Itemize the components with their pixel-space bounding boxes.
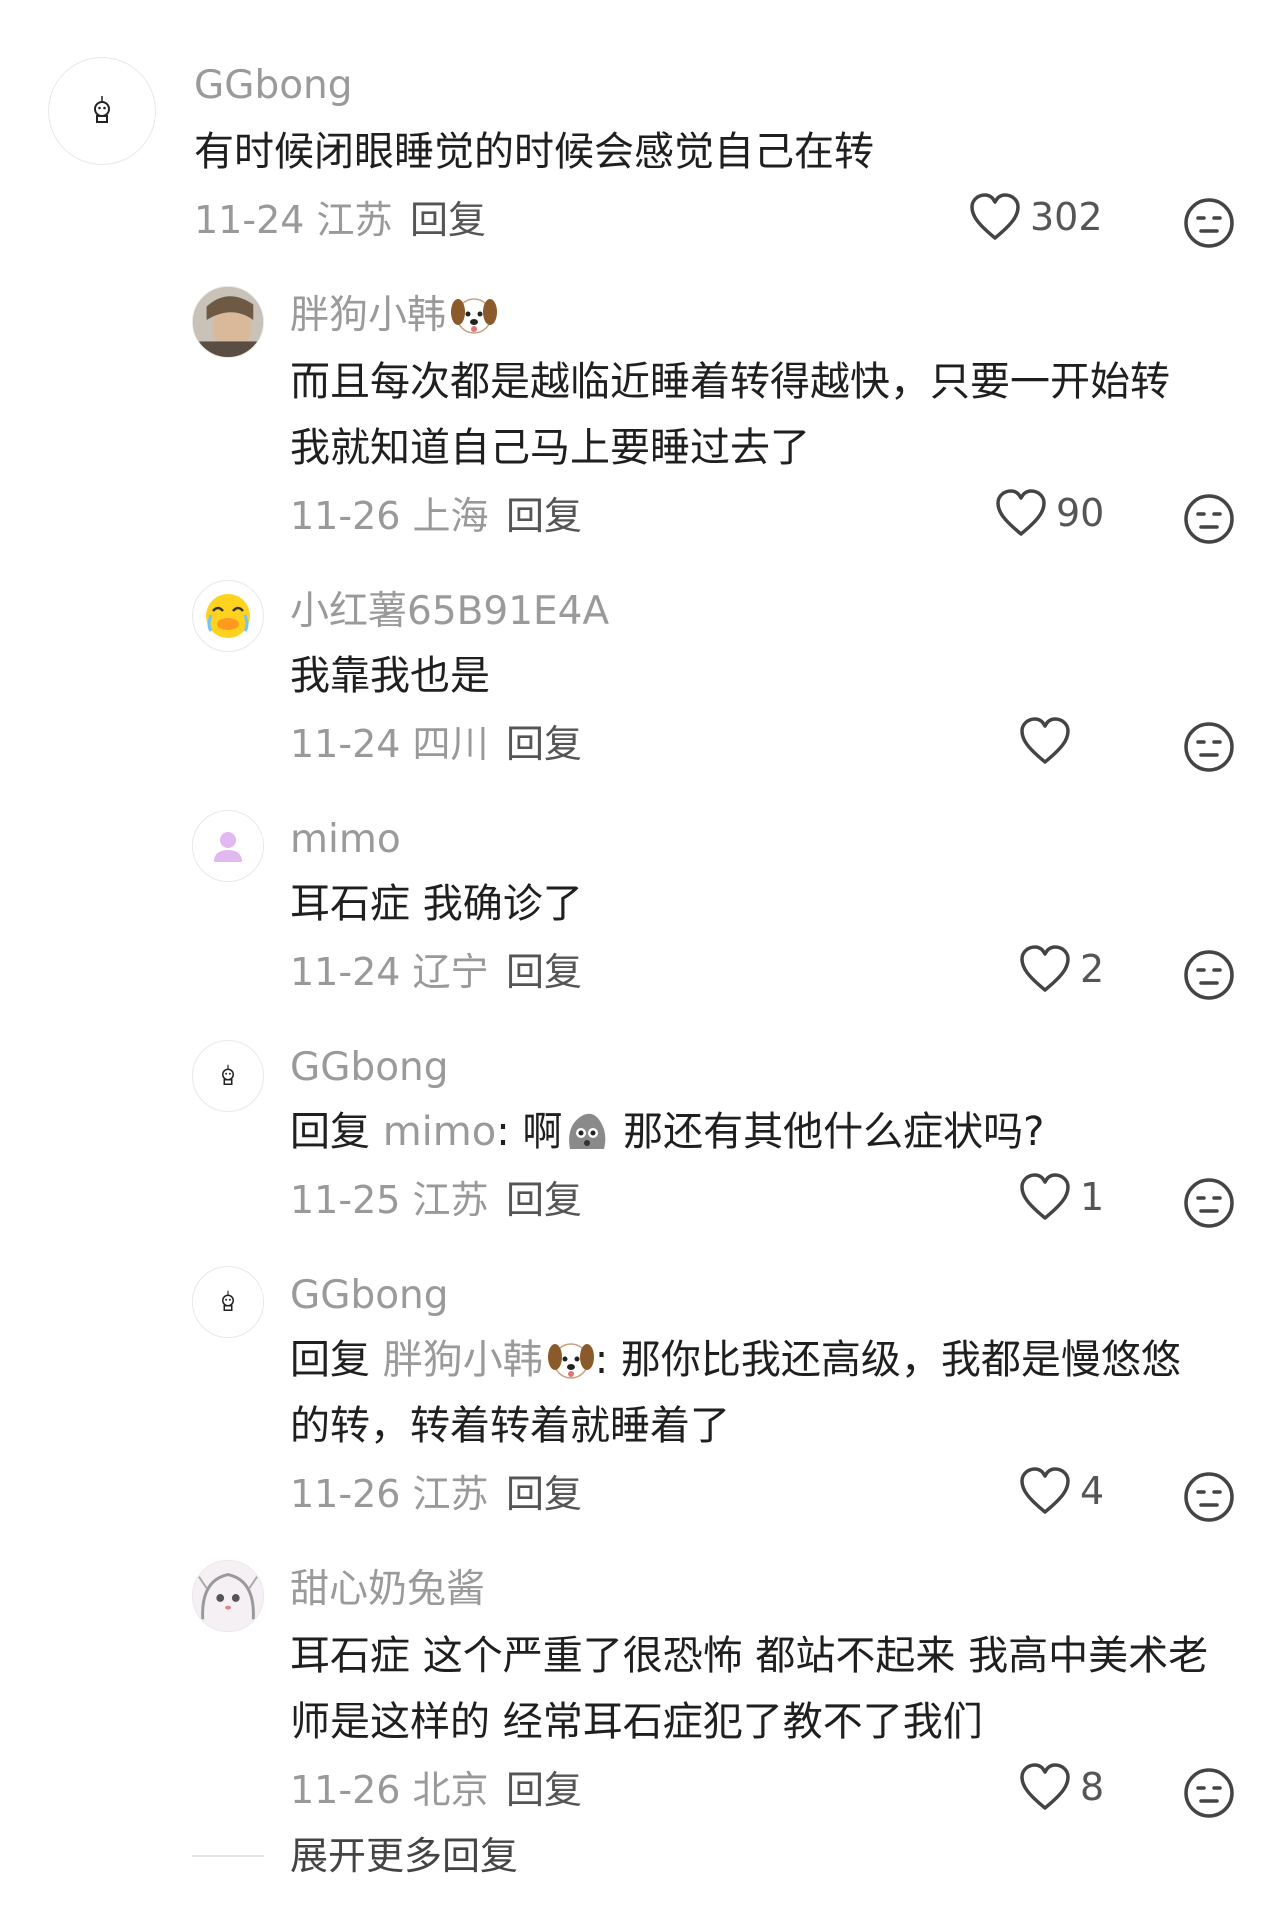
- comment-date: 11-24: [290, 950, 401, 994]
- robot-avatar-icon: [94, 96, 110, 123]
- expand-more-replies-label[interactable]: 展开更多回复: [290, 1832, 518, 1880]
- like-button[interactable]: 8: [1018, 1762, 1104, 1812]
- dislike-face-icon[interactable]: [1182, 720, 1236, 774]
- reply-prefix: 回复: [290, 1109, 370, 1155]
- comment-text: 我就知道自己马上要睡过去了: [290, 425, 810, 471]
- expand-more-replies[interactable]: 展开更多回复: [192, 1832, 518, 1880]
- like-count: 1: [1080, 1175, 1105, 1219]
- comment-date: 11-26: [290, 1768, 401, 1812]
- comment-location: 四川: [412, 722, 489, 766]
- mention-link[interactable]: mimo: [383, 1109, 497, 1155]
- comment-text: 回复 mimo: 啊 那还有其他什么症状吗?: [290, 1109, 1045, 1155]
- mention-link[interactable]: 胖狗小韩: [383, 1337, 543, 1383]
- reply-button[interactable]: 回复: [506, 1176, 582, 1224]
- divider: [192, 1855, 264, 1857]
- like-button[interactable]: [1018, 716, 1072, 766]
- gray-blob-emoji-icon: [569, 1113, 606, 1149]
- comment-text: 耳石症 我确诊了: [290, 881, 583, 927]
- heart-icon: [970, 193, 1020, 240]
- like-count: 2: [1080, 947, 1105, 991]
- dislike-face-icon[interactable]: [1182, 196, 1236, 250]
- like-count: 302: [1030, 195, 1103, 239]
- comment-date: 11-24: [290, 722, 401, 766]
- heart-icon: [1020, 717, 1070, 764]
- dislike-face-icon[interactable]: [1182, 1470, 1236, 1524]
- avatar[interactable]: [192, 580, 264, 652]
- heart-icon: [1020, 945, 1070, 992]
- comment-meta: 11-24 四川: [290, 720, 489, 768]
- comment-meta: 11-25 江苏: [290, 1176, 489, 1224]
- reply-button[interactable]: 回复: [506, 1766, 582, 1814]
- like-button[interactable]: 90: [994, 488, 1104, 538]
- comment-text: 回复 胖狗小韩: 那你比我还高级，我都是慢悠悠: [290, 1337, 1181, 1383]
- like-count: 4: [1080, 1469, 1105, 1513]
- heart-icon: [1020, 1173, 1070, 1220]
- comment-location: 江苏: [316, 198, 393, 242]
- comment-author[interactable]: 甜心奶兔酱: [290, 1566, 485, 1614]
- comment-location: 北京: [412, 1768, 489, 1812]
- comment-meta: 11-26 上海: [290, 492, 489, 540]
- comment-author[interactable]: 小红薯65B91E4A: [290, 588, 609, 636]
- comment-location: 江苏: [412, 1472, 489, 1516]
- like-button[interactable]: 4: [1018, 1466, 1104, 1516]
- like-count: 90: [1056, 491, 1105, 535]
- anime-girl-avatar-icon: [193, 1561, 263, 1631]
- comment-text: 而且每次都是越临近睡着转得越快，只要一开始转: [290, 359, 1170, 405]
- crying-duck-icon: [206, 594, 250, 638]
- comment-date: 11-25: [290, 1178, 401, 1222]
- reply-button[interactable]: 回复: [506, 492, 582, 540]
- comment-text: 师是这样的 经常耳石症犯了教不了我们: [290, 1699, 983, 1745]
- dislike-face-icon[interactable]: [1182, 492, 1236, 546]
- comment-author[interactable]: GGbong: [194, 62, 353, 110]
- comment-meta: 11-26 北京: [290, 1766, 489, 1814]
- like-count: 8: [1080, 1765, 1105, 1809]
- selfie-avatar-icon: [193, 287, 263, 357]
- comment-date: 11-24: [194, 198, 305, 242]
- avatar[interactable]: [192, 1040, 264, 1112]
- comment-text: 的转，转着转着就睡着了: [290, 1403, 730, 1449]
- avatar[interactable]: [192, 286, 264, 358]
- comment-location: 江苏: [412, 1178, 489, 1222]
- avatar[interactable]: [192, 1560, 264, 1632]
- reply-prefix: 回复: [290, 1337, 370, 1383]
- comment-text: 耳石症 这个严重了很恐怖 都站不起来 我高中美术老: [290, 1633, 1209, 1679]
- heart-icon: [1020, 1763, 1070, 1810]
- like-button[interactable]: 2: [1018, 944, 1104, 994]
- comment-text: 我靠我也是: [290, 653, 490, 699]
- comment-date: 11-26: [290, 1472, 401, 1516]
- robot-avatar-icon: [222, 1290, 234, 1311]
- comment-meta: 11-26 江苏: [290, 1470, 489, 1518]
- robot-avatar-icon: [222, 1064, 234, 1085]
- like-button[interactable]: 302: [968, 192, 1103, 242]
- dislike-face-icon[interactable]: [1182, 1766, 1236, 1820]
- dog-emoji-icon: [451, 298, 498, 334]
- reply-button[interactable]: 回复: [410, 196, 486, 244]
- dog-emoji-icon: [547, 1343, 594, 1379]
- comment-meta: 11-24 江苏: [194, 196, 393, 244]
- avatar[interactable]: [192, 810, 264, 882]
- comment-location: 辽宁: [412, 950, 489, 994]
- comment-date: 11-26: [290, 494, 401, 538]
- comment-author[interactable]: GGbong: [290, 1272, 449, 1320]
- heart-icon: [1020, 1467, 1070, 1514]
- dislike-face-icon[interactable]: [1182, 948, 1236, 1002]
- comment-text: 有时候闭眼睡觉的时候会感觉自己在转: [194, 129, 874, 175]
- reply-button[interactable]: 回复: [506, 948, 582, 996]
- avatar[interactable]: [48, 57, 156, 165]
- reply-button[interactable]: 回复: [506, 1470, 582, 1518]
- comment-meta: 11-24 辽宁: [290, 948, 489, 996]
- reply-button[interactable]: 回复: [506, 720, 582, 768]
- comment-author[interactable]: mimo: [290, 816, 401, 864]
- like-button[interactable]: 1: [1018, 1172, 1104, 1222]
- comment-author[interactable]: GGbong: [290, 1044, 449, 1092]
- comment-author[interactable]: 胖狗小韩: [290, 292, 498, 340]
- heart-icon: [996, 489, 1046, 536]
- default-person-icon: [214, 832, 242, 862]
- comment-location: 上海: [412, 494, 489, 538]
- avatar[interactable]: [192, 1266, 264, 1338]
- dislike-face-icon[interactable]: [1182, 1176, 1236, 1230]
